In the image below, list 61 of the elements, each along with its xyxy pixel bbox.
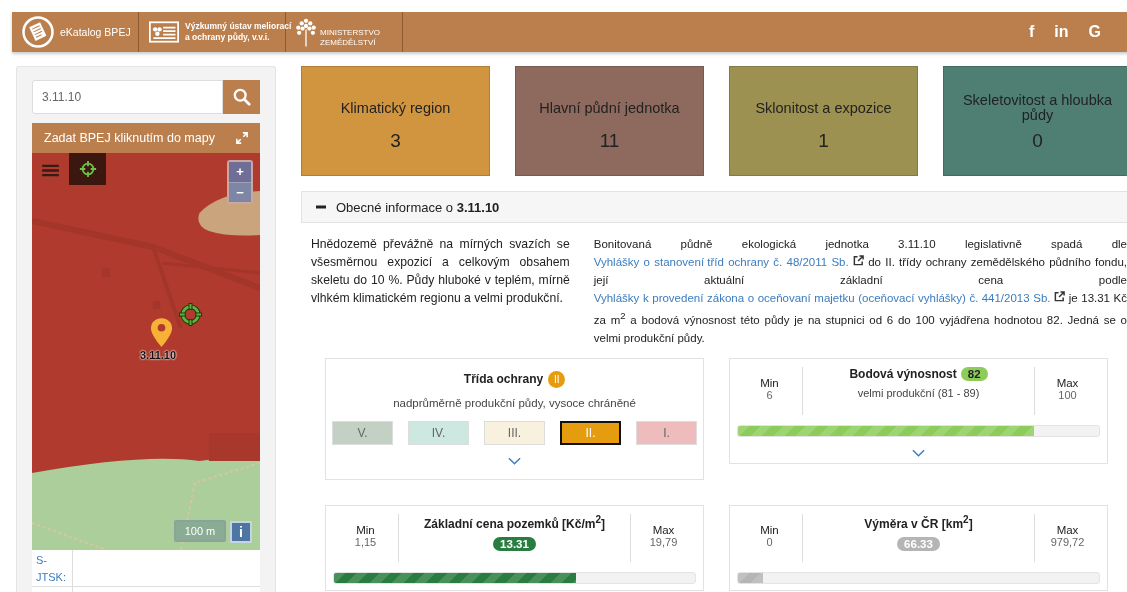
tile-value: 3	[390, 130, 401, 152]
min-value: 1,15	[354, 535, 377, 548]
tile-title: Klimatický region	[340, 98, 451, 118]
ministry-name[interactable]: MINISTERSTVO ZEMĚDĚLSTVÍ	[320, 28, 394, 48]
scale-bar: 100 m	[174, 520, 226, 542]
tile-value: 11	[599, 130, 620, 152]
max-value: 979,72	[1050, 535, 1085, 548]
social-link[interactable]: G	[1088, 23, 1101, 41]
class-option[interactable]: II.	[560, 420, 621, 445]
max-value: 19,79	[649, 535, 678, 548]
min-label: Min	[760, 376, 779, 389]
max-label: Max	[652, 523, 675, 536]
class-badge: II	[548, 370, 566, 388]
max-label: Max	[1056, 376, 1079, 389]
social-link[interactable]: in	[1054, 23, 1069, 41]
map-title: Zadat BPEJ kliknutím do mapy	[44, 131, 215, 145]
min-label: Min	[760, 523, 779, 536]
soil-description: Hnědozemě převážně na mírných svazích se všesměrnou expozicí a celkovým obsahem skeletu do 10 %. Půdy hluboké v teplém, mírně vlhkém klimatickém regionu a velmi produkční.	[311, 236, 570, 307]
zoom-in-button[interactable]: +	[229, 162, 251, 182]
zoom-out-button[interactable]: −	[229, 182, 251, 202]
value-badge: 13.31	[493, 536, 536, 551]
class-option[interactable]: III.	[484, 420, 545, 445]
marker-label: 3.11.10	[140, 349, 177, 361]
social-link[interactable]: f	[1029, 23, 1035, 41]
summary-tile[interactable]: Hlavní půdní jednotka 11	[515, 66, 704, 176]
max-label: Max	[1056, 523, 1079, 536]
law-link[interactable]: Vyhlášky o stanovení	[593, 256, 705, 268]
tile-title: Sklonitost a expozice	[755, 98, 892, 118]
card-title: Bodová výnosnost	[849, 366, 957, 381]
min-label: Min	[356, 523, 375, 536]
search-field[interactable]: 3.11.10	[32, 80, 223, 114]
class-option[interactable]: IV.	[408, 420, 469, 445]
coordinate-label: S-JTSK:	[32, 550, 73, 586]
tile-value: 0	[1032, 130, 1043, 152]
min-value: 0	[766, 535, 773, 548]
institute-name[interactable]: Výzkumný ústav meliorací a ochrany půdy, v.v.i.	[185, 21, 292, 43]
law-link[interactable]: Vyhlášky k provedení zákona o oceňovaní majetku (oceňovací vyhlášky) č.	[593, 292, 979, 304]
card-subtitle: nadprůměrně produkční půdy, vysoce chráněné	[393, 396, 636, 409]
summary-tile[interactable]: Skeletovitost a hloubka půdy 0	[943, 66, 1127, 176]
class-option[interactable]: I.	[636, 420, 697, 445]
value-badge: 66.33	[897, 536, 940, 551]
card-title: Základní cena pozemků [Kč/m$^{2}$]	[424, 513, 605, 531]
section-title: Obecné informace o 3.11.10	[336, 199, 500, 215]
law-link[interactable]: tříd ochrany č. 48/2011 Sb.	[707, 256, 849, 268]
max-value: 100	[1058, 388, 1077, 401]
class-option[interactable]: V.	[332, 420, 393, 445]
brand-name[interactable]: eKatalog BPEJ	[60, 26, 131, 38]
card-title: Třída ochrany	[463, 372, 544, 387]
law-link[interactable]: 441/2013 Sb.	[981, 292, 1051, 304]
tile-title: Skeletovitost a hloubka půdy	[961, 91, 1114, 125]
tile-value: 1	[818, 130, 829, 152]
section-header[interactable]: Obecné informace o 3.11.10	[301, 191, 1127, 223]
summary-tile[interactable]: Klimatický region 3	[301, 66, 490, 176]
value-badge: 82	[960, 366, 988, 381]
card-title: Výměra v ČR [km$^{2}$]	[864, 513, 973, 531]
legal-paragraph: Bonitovaná půdně ekologická jednotka 3.11.10 legislativně spadá dle Vyhlášky o stanovení tříd ochrany č. 48/2011 Sb. do II. třídy ochrany zemědělského půdního fondu, její aktuální základní cena podle Vyhlášky k provedení zákona o oceňovaní majetku (oceňovací vyhlášky) č. 441/2013 Sb. je 13.31 Kč za m$^{2}$ a bodová výnosnost této půdy je na stupnici od 6 do 100 vyjádřena hodnotou 82. Jedná se o velmi produkční půdy.	[593, 237, 1127, 346]
tile-title: Hlavní půdní jednotka	[539, 98, 680, 118]
card-subtitle: velmi produkční (81 - 89)	[857, 386, 980, 399]
info-button[interactable]: i	[230, 521, 252, 543]
min-value: 6	[766, 388, 773, 401]
summary-tile[interactable]: Sklonitost a expozice 1	[729, 66, 918, 176]
